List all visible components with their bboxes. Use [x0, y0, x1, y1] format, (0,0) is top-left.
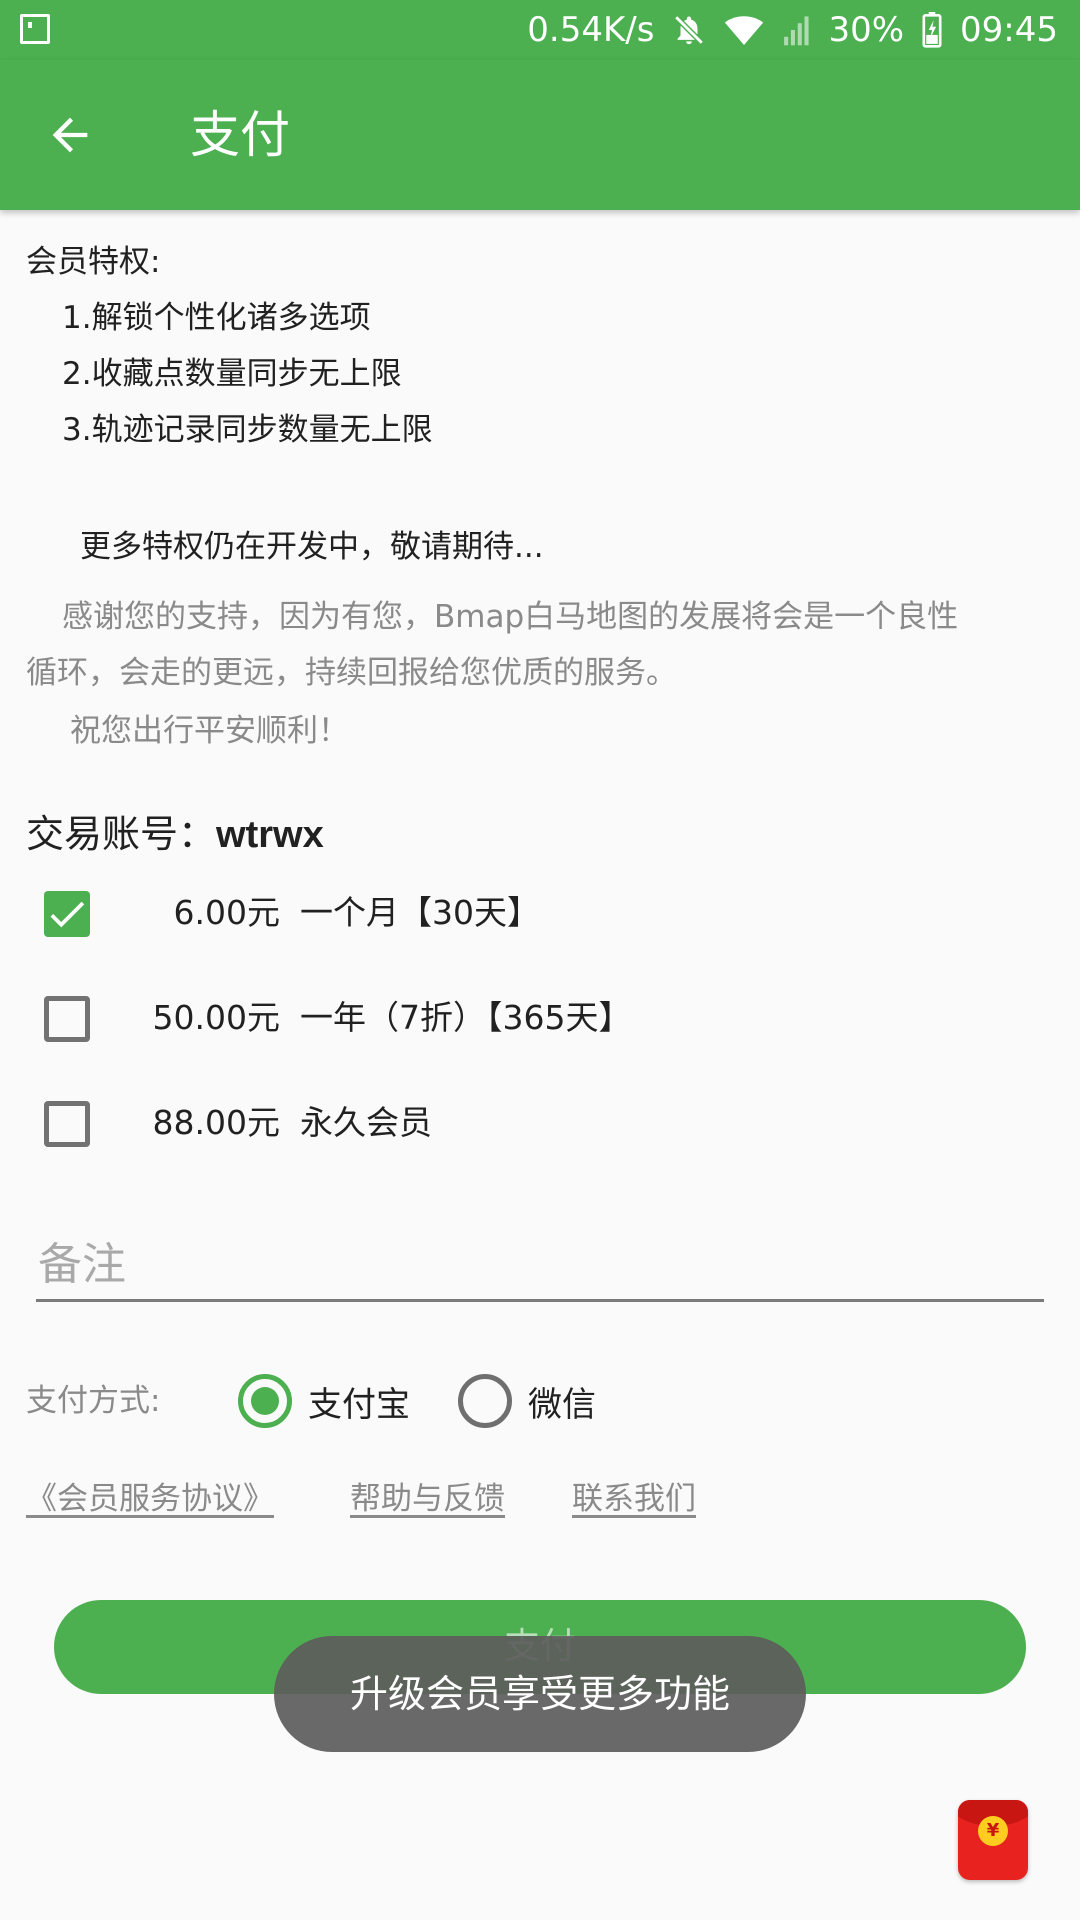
payment-method-label: 支付方式:	[26, 1383, 161, 1419]
help-feedback-link[interactable]: 帮助与反馈	[350, 1478, 505, 1520]
network-speed: 0.54K/s	[527, 10, 655, 50]
page-title: 支付	[190, 106, 290, 164]
plan-desc: 永久会员	[300, 1103, 432, 1142]
payment-option-wechat[interactable]: 微信	[458, 1370, 596, 1432]
payment-option-label: 支付宝	[308, 1384, 410, 1425]
benefits-heading: 会员特权:	[26, 244, 161, 280]
plan-desc: 一个月【30天】	[300, 893, 540, 932]
back-button[interactable]	[36, 101, 104, 169]
trade-account: 交易账号：wtrwx	[26, 808, 324, 861]
contact-us-link[interactable]: 联系我们	[572, 1478, 696, 1520]
app-bar: 支付	[0, 60, 1080, 210]
arrow-left-icon	[52, 117, 88, 153]
signal-icon	[782, 13, 810, 47]
radio-unselected[interactable]	[458, 1374, 512, 1428]
thanks-text-line1: 感谢您的支持，因为有您，Bmap白马地图的发展将会是一个良性	[62, 599, 959, 635]
wish-text: 祝您出行平安顺利！	[70, 713, 349, 749]
plan-price: 6.00元	[173, 893, 280, 932]
benefit-item: 3.轨迹记录同步数量无上限	[62, 412, 433, 448]
status-bar-right: 0.54K/s 30% 09:45	[527, 0, 1058, 60]
payment-option-label: 微信	[528, 1384, 596, 1425]
mute-icon	[672, 13, 706, 47]
plan-option-year[interactable]: 50.00元 一年（7折）【365天】	[40, 982, 760, 1054]
clock: 09:45	[960, 10, 1058, 50]
more-benefits-note: 更多特权仍在开发中，敬请期待...	[80, 529, 544, 565]
plan-price: 50.00元	[152, 998, 280, 1037]
checkbox-checked[interactable]	[44, 891, 90, 937]
toast-message: 升级会员享受更多功能	[274, 1636, 806, 1752]
battery-percent: 30%	[828, 10, 905, 50]
checkbox-unchecked[interactable]	[44, 1101, 90, 1147]
red-packet-icon[interactable]: ¥	[958, 1800, 1028, 1880]
trade-account-value: wtrwx	[216, 814, 324, 856]
wifi-icon	[724, 13, 764, 47]
radio-selected[interactable]	[238, 1374, 292, 1428]
battery-icon	[922, 12, 942, 48]
plan-option-month[interactable]: 6.00元 一个月【30天】	[40, 877, 760, 949]
payment-option-alipay[interactable]: 支付宝	[238, 1370, 410, 1432]
trade-account-label: 交易账号：	[26, 812, 217, 856]
remark-input[interactable]	[36, 1230, 1044, 1302]
plan-desc: 一年（7折）【365天】	[300, 998, 632, 1037]
checkbox-unchecked[interactable]	[44, 996, 90, 1042]
red-packet-coin: ¥	[978, 1816, 1008, 1846]
member-agreement-link[interactable]: 《会员服务协议》	[26, 1478, 274, 1520]
plan-option-lifetime[interactable]: 88.00元 永久会员	[40, 1087, 760, 1159]
benefit-item: 2.收藏点数量同步无上限	[62, 356, 402, 392]
benefit-item: 1.解锁个性化诸多选项	[62, 300, 371, 336]
status-bar: 0.54K/s 30% 09:45	[0, 0, 1080, 60]
notification-icon	[20, 14, 50, 44]
plan-price: 88.00元	[152, 1103, 280, 1142]
thanks-text-line2: 循环，会走的更远，持续回报给您优质的服务。	[26, 655, 677, 691]
check-icon	[50, 901, 85, 928]
